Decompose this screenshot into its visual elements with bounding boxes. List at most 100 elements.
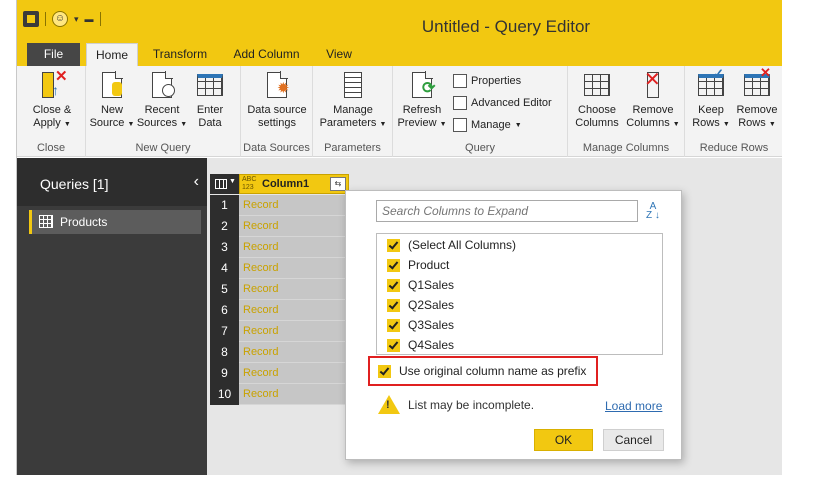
dropdown-arrow-icon: ▼ <box>127 121 135 128</box>
refresh-preview-button[interactable]: ⟳ Refresh Preview ▼ <box>395 70 449 131</box>
dropdown-arrow-icon: ▼ <box>722 121 730 128</box>
column-checkbox-q2sales[interactable]: Q2Sales <box>387 295 454 315</box>
table-row: 7 Record <box>210 321 349 342</box>
checkbox-checked-icon <box>387 338 400 352</box>
ribbon-tabs: File Home Transform Add Column View <box>17 40 782 66</box>
dropdown-arrow-icon: ▼ <box>379 121 387 128</box>
checkbox-checked-icon <box>387 238 400 252</box>
tab-view[interactable]: View <box>319 43 359 66</box>
dropdown-arrow-icon: ▼ <box>439 121 447 128</box>
manage-query-icon <box>453 118 467 132</box>
close-apply-icon: ✕ ↑ <box>38 69 68 100</box>
cancel-button[interactable]: Cancel <box>603 429 664 451</box>
load-more-link[interactable]: Load more <box>605 399 662 413</box>
use-prefix-checkbox[interactable]: Use original column name as prefix <box>378 364 586 378</box>
checkbox-checked-icon <box>387 298 400 312</box>
keep-rows-icon: ✓ <box>697 67 725 100</box>
table-row: 1 Record <box>210 195 349 216</box>
column-checkbox-q4sales[interactable]: Q4Sales <box>387 335 454 355</box>
enter-data-button[interactable]: Enter Data <box>190 70 230 130</box>
prefix-option-highlight: Use original column name as prefix <box>368 356 598 386</box>
sort-az-icon[interactable]: A-ZAZ ↓ <box>643 201 663 221</box>
table-menu-button[interactable]: ▼ <box>210 174 239 194</box>
tab-add-column[interactable]: Add Column <box>224 43 309 66</box>
properties-icon <box>453 74 467 88</box>
advanced-editor-button[interactable]: Advanced Editor <box>453 96 552 110</box>
new-source-button[interactable]: New Source ▼ <box>88 70 136 131</box>
tab-file[interactable]: File <box>27 43 80 66</box>
close-apply-button[interactable]: ✕ ↑ Close & Apply ▼ <box>27 69 77 131</box>
recent-sources-button[interactable]: Recent Sources ▼ <box>136 70 188 131</box>
tab-home[interactable]: Home <box>86 43 138 66</box>
dropdown-arrow-icon: ▼ <box>768 121 776 128</box>
column-header-column1[interactable]: ABC 123 Column1 ⇆ <box>239 174 349 194</box>
remove-rows-icon: ✕ <box>743 66 771 100</box>
table-row: 4 Record <box>210 258 349 279</box>
remove-rows-button[interactable]: ✕ Remove Rows ▼ <box>733 66 781 131</box>
expand-column-dialog: A-ZAZ ↓ (Select All Columns) Product Q1S… <box>345 190 682 460</box>
column-checkbox-product[interactable]: Product <box>387 255 449 275</box>
remove-columns-button[interactable]: ✕ Remove Columns ▼ <box>624 70 682 131</box>
table-icon <box>215 179 227 189</box>
keep-rows-button[interactable]: ✓ Keep Rows ▼ <box>689 67 733 131</box>
title-bar: ☺ ▾ ▬ Untitled - Query Editor <box>17 0 782 40</box>
ribbon-group-query: ⟳ Refresh Preview ▼ Properties Advanced … <box>393 66 568 157</box>
checkbox-checked-icon <box>387 278 400 292</box>
new-source-icon <box>98 70 126 100</box>
table-row: 9 Record <box>210 363 349 384</box>
incomplete-list-warning: ! List may be incomplete. <box>378 395 534 414</box>
window-title: Untitled - Query Editor <box>421 17 591 36</box>
refresh-icon: ⟳ <box>408 70 436 100</box>
checkbox-checked-icon <box>387 318 400 332</box>
table-grid-icon <box>196 70 224 100</box>
settings-gear-icon: ✹ <box>263 70 291 100</box>
ok-button[interactable]: OK <box>534 429 593 451</box>
expand-column-icon[interactable]: ⇆ <box>330 177 346 191</box>
manage-query-button[interactable]: Manage ▼ <box>453 118 522 132</box>
queries-pane: Queries [1] ‹ Products <box>17 158 207 475</box>
ribbon-group-parameters: Manage Parameters ▼ Parameters <box>313 66 393 157</box>
remove-columns-icon: ✕ <box>639 70 667 100</box>
table-row: 3 Record <box>210 237 349 258</box>
choose-columns-button[interactable]: Choose Columns <box>572 70 622 130</box>
column-name: Column1 <box>262 178 310 190</box>
choose-columns-icon <box>583 70 611 100</box>
chevron-down-icon: ▼ <box>229 178 236 185</box>
table-row: 10 Record <box>210 384 349 405</box>
ribbon-group-new-query: New Source ▼ Recent Sources ▼ Enter Data… <box>86 66 241 157</box>
table-row: 6 Record <box>210 300 349 321</box>
dropdown-arrow-icon: ▼ <box>180 121 188 128</box>
tab-transform[interactable]: Transform <box>144 43 216 66</box>
column-checkbox-q1sales[interactable]: Q1Sales <box>387 275 454 295</box>
dropdown-arrow-icon: ▼ <box>63 121 71 128</box>
ribbon-group-reduce-rows: ✓ Keep Rows ▼ ✕ Remove Rows ▼ Reduce Row… <box>685 66 782 157</box>
column-checkbox-list: (Select All Columns) Product Q1Sales Q2S… <box>376 233 663 355</box>
chevron-left-icon[interactable]: ‹ <box>194 173 199 191</box>
query-item-products[interactable]: Products <box>29 210 201 234</box>
ribbon-group-data-sources: ✹ Data source settings Data Sources <box>241 66 313 157</box>
recent-sources-icon <box>148 70 176 100</box>
column-checkbox-q3sales[interactable]: Q3Sales <box>387 315 454 335</box>
warning-icon: ! <box>378 395 400 414</box>
queries-pane-header: Queries [1] ‹ <box>17 158 207 206</box>
advanced-editor-icon <box>453 96 467 110</box>
query-editor-window: ☺ ▾ ▬ Untitled - Query Editor File Home … <box>16 0 782 475</box>
table-row: 5 Record <box>210 279 349 300</box>
ribbon-group-manage-columns: Choose Columns ✕ Remove Columns ▼ Manage… <box>568 66 685 157</box>
ribbon-group-close: ✕ ↑ Close & Apply ▼ Close <box>17 66 86 157</box>
search-columns-input[interactable] <box>376 200 638 222</box>
manage-parameters-button[interactable]: Manage Parameters ▼ <box>315 70 391 131</box>
checkbox-checked-icon <box>387 258 400 272</box>
dropdown-arrow-icon: ▼ <box>514 121 522 129</box>
table-icon <box>39 215 53 228</box>
any-type-icon[interactable]: ABC 123 <box>242 176 256 192</box>
data-source-settings-button[interactable]: ✹ Data source settings <box>243 70 311 130</box>
parameters-icon <box>339 70 367 100</box>
queries-title: Queries [1] <box>40 176 109 192</box>
ribbon: ✕ ↑ Close & Apply ▼ Close New Source ▼ R… <box>17 66 782 157</box>
table-row: 8 Record <box>210 342 349 363</box>
table-row: 2 Record <box>210 216 349 237</box>
grid-header: ▼ ABC 123 Column1 ⇆ <box>210 174 349 194</box>
select-all-columns-checkbox[interactable]: (Select All Columns) <box>387 235 516 255</box>
properties-button[interactable]: Properties <box>453 74 521 88</box>
